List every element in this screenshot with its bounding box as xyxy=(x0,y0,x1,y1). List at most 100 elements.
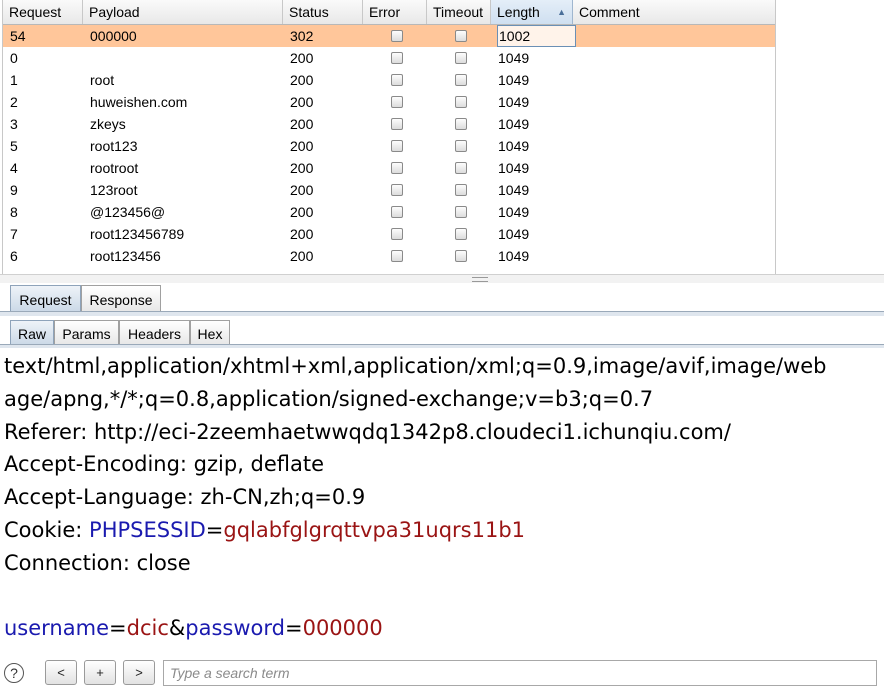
param-username-key: username xyxy=(4,616,109,641)
col-timeout[interactable]: Timeout xyxy=(427,0,491,24)
cell-length: 1049 xyxy=(498,182,530,198)
table-row[interactable]: 8 @123456@ 200 1049 xyxy=(3,201,775,223)
accept-language-header: Accept-Language: zh-CN,zh;q=0.9 xyxy=(4,485,366,510)
cell-payload: root123456 xyxy=(90,248,161,264)
cell-status: 200 xyxy=(290,182,314,198)
table-row[interactable]: 6 root123456 200 1049 xyxy=(3,245,775,267)
cell-status: 200 xyxy=(290,138,314,154)
cell-request: 1 xyxy=(10,72,18,88)
timeout-checkbox[interactable] xyxy=(455,74,467,86)
cell-request: 54 xyxy=(10,28,26,44)
col-error[interactable]: Error xyxy=(363,0,427,24)
table-row[interactable]: 3 zkeys 200 1049 xyxy=(3,113,775,135)
cell-payload: root123 xyxy=(90,138,138,154)
table-row[interactable]: 1 root 200 1049 xyxy=(3,69,775,91)
cell-request: 0 xyxy=(10,50,18,66)
search-input[interactable] xyxy=(163,660,877,686)
cell-length: 1049 xyxy=(498,160,530,176)
table-row[interactable]: 2 huweishen.com 200 1049 xyxy=(3,91,775,113)
cell-request: 3 xyxy=(10,116,18,132)
cell-payload: @123456@ xyxy=(90,204,166,220)
col-length-label: Length xyxy=(497,4,540,20)
tab-params[interactable]: Params xyxy=(54,320,119,346)
cell-status: 200 xyxy=(290,94,314,110)
param-username-value: dcic xyxy=(126,616,169,641)
table-header: Request Payload Status Error Timeout Len… xyxy=(3,0,775,25)
param-eq: = xyxy=(284,616,303,641)
error-checkbox[interactable] xyxy=(391,30,403,42)
tab-hex[interactable]: Hex xyxy=(190,320,230,346)
error-checkbox[interactable] xyxy=(391,162,403,174)
search-add-button[interactable]: + xyxy=(84,660,116,685)
cell-request: 4 xyxy=(10,160,18,176)
error-checkbox[interactable] xyxy=(391,228,403,240)
pane-splitter[interactable] xyxy=(0,274,884,283)
table-row[interactable]: 5 root123 200 1049 xyxy=(3,135,775,157)
connection-header: Connection: close xyxy=(4,550,191,575)
help-icon[interactable]: ? xyxy=(4,663,24,683)
search-prev-button[interactable]: < xyxy=(45,660,77,685)
error-checkbox[interactable] xyxy=(391,184,403,196)
error-checkbox[interactable] xyxy=(391,52,403,64)
cell-payload: root xyxy=(90,72,115,88)
error-checkbox[interactable] xyxy=(391,140,403,152)
splitter-grip-icon xyxy=(472,277,488,282)
view-tabs: Raw Params Headers Hex xyxy=(0,318,884,346)
error-checkbox[interactable] xyxy=(391,74,403,86)
col-request[interactable]: Request xyxy=(3,0,83,24)
cell-payload: zkeys xyxy=(90,116,126,132)
table-row[interactable]: 0 200 1049 xyxy=(3,47,775,69)
cell-length: 1049 xyxy=(498,248,530,264)
cell-status: 200 xyxy=(290,248,314,264)
timeout-checkbox[interactable] xyxy=(455,118,467,130)
param-amp: & xyxy=(168,616,186,641)
timeout-checkbox[interactable] xyxy=(455,140,467,152)
error-checkbox[interactable] xyxy=(391,206,403,218)
cell-payload: 123root xyxy=(90,182,138,198)
cell-length: 1049 xyxy=(498,226,530,242)
table-row[interactable]: 9 123root 200 1049 xyxy=(3,179,775,201)
accept-header-line-1: text/html,application/xhtml+xml,applicat… xyxy=(4,354,827,378)
cell-payload: rootroot xyxy=(90,160,139,176)
cell-payload: 000000 xyxy=(90,28,137,44)
table-row[interactable]: 54 000000 302 1002 xyxy=(3,25,775,47)
table-row[interactable]: 4 rootroot 200 1049 xyxy=(3,157,775,179)
param-password-key: password xyxy=(185,616,285,641)
table-row[interactable]: 7 root123456789 200 1049 xyxy=(3,223,775,245)
cell-request: 6 xyxy=(10,248,18,264)
error-checkbox[interactable] xyxy=(391,118,403,130)
cell-length: 1049 xyxy=(498,72,530,88)
col-payload[interactable]: Payload xyxy=(83,0,283,24)
search-next-button[interactable]: > xyxy=(123,660,155,685)
timeout-checkbox[interactable] xyxy=(455,30,467,42)
cell-length: 1049 xyxy=(498,138,530,154)
col-comment[interactable]: Comment xyxy=(573,0,775,24)
cookie-label: Cookie: xyxy=(4,517,90,542)
cell-length: 1049 xyxy=(498,94,530,110)
cookie-eq: = xyxy=(205,517,224,542)
error-checkbox[interactable] xyxy=(391,96,403,108)
error-checkbox[interactable] xyxy=(391,250,403,262)
timeout-checkbox[interactable] xyxy=(455,250,467,262)
timeout-checkbox[interactable] xyxy=(455,96,467,108)
tab-headers[interactable]: Headers xyxy=(119,320,190,346)
timeout-checkbox[interactable] xyxy=(455,184,467,196)
cell-status: 200 xyxy=(290,160,314,176)
tab-response[interactable]: Response xyxy=(81,285,161,313)
timeout-checkbox[interactable] xyxy=(455,206,467,218)
tab-raw[interactable]: Raw xyxy=(10,320,54,346)
timeout-checkbox[interactable] xyxy=(455,52,467,64)
message-tabs: Request Response xyxy=(0,283,884,313)
tab-request[interactable]: Request xyxy=(10,285,81,313)
cell-request: 9 xyxy=(10,182,18,198)
cell-request: 7 xyxy=(10,226,18,242)
timeout-checkbox[interactable] xyxy=(455,162,467,174)
timeout-checkbox[interactable] xyxy=(455,228,467,240)
col-status[interactable]: Status xyxy=(283,0,363,24)
col-length[interactable]: Length ▲ xyxy=(491,0,573,24)
cell-length: 1002 xyxy=(497,25,576,47)
cell-status: 200 xyxy=(290,72,314,88)
cell-request: 2 xyxy=(10,94,18,110)
raw-request-editor[interactable]: text/html,application/xhtml+xml,applicat… xyxy=(4,350,884,645)
